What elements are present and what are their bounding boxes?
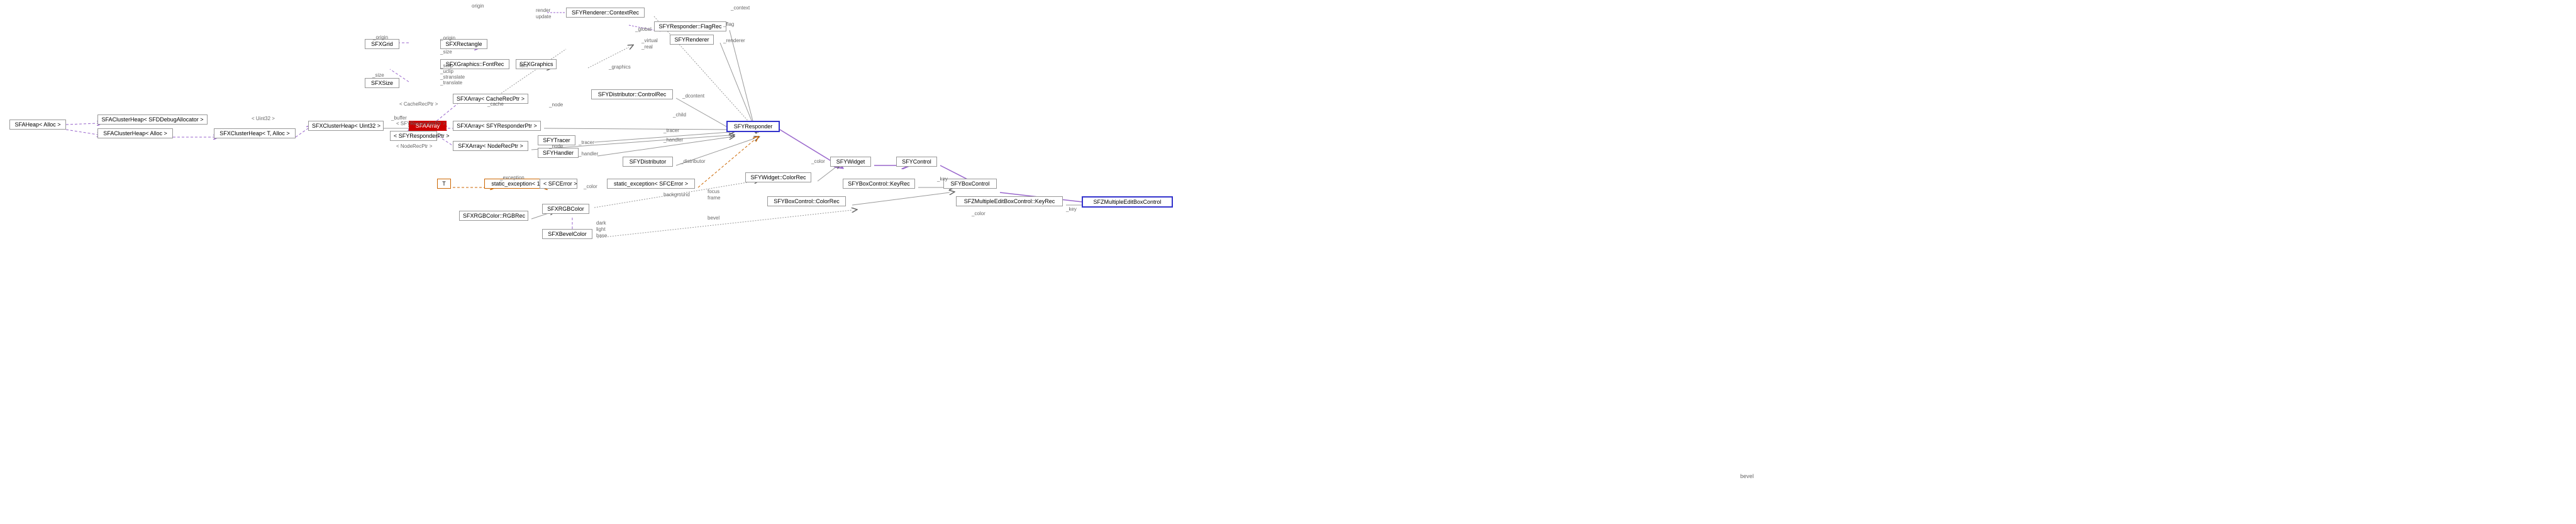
label-background: background xyxy=(663,192,690,198)
node-static-exception-SFCError: static_exception< SFCError > xyxy=(607,179,695,189)
node-SFXArray-NodeRecPtr: SFXArray< NodeRecPtr > xyxy=(453,141,528,151)
label-sclip: _sclip xyxy=(440,63,453,69)
node-SFXBevelColor: SFXBevelColor xyxy=(542,229,592,239)
label-exception: _exception xyxy=(500,175,525,181)
node-SFXSize: SFXSize xyxy=(365,78,399,88)
node-SFXClusterHeap-T-Alloc: SFXClusterHeap< T, Alloc > xyxy=(214,128,296,138)
node-SFYDistributor: SFYDistributor xyxy=(623,157,673,167)
node-SFYResponder-FlagRec: SFYResponder::FlagRec xyxy=(654,21,726,31)
node-SFZMultipleEditBoxControl-KeyRec: SFZMultipleEditBoxControl::KeyRec xyxy=(956,196,1063,206)
node-SFYBoxControl-KeyRec: SFYBoxControl::KeyRec xyxy=(843,179,915,189)
node-SFYControl: SFYControl xyxy=(896,157,937,167)
label-cacherecptr: < CacheRecPtr > xyxy=(399,101,438,107)
label-font: font xyxy=(519,63,528,69)
label-color1: _color xyxy=(811,159,825,164)
label-node2: _node xyxy=(549,143,563,149)
node-SFXClusterHeap-Uint32: SFXClusterHeap< Uint32 > xyxy=(308,121,384,131)
label-graphics: _graphics xyxy=(609,64,631,70)
label-global: _global xyxy=(635,26,652,32)
label-update: update xyxy=(536,14,551,20)
node-SFXGrid: SFXGrid xyxy=(365,39,399,49)
node-SFAClusterHeap-Alloc: SFAClusterHeap< Alloc > xyxy=(97,128,173,138)
label-frame: frame xyxy=(708,195,720,201)
node-SFYRenderer-ContextRec: SFYRenderer::ContextRec xyxy=(566,8,645,18)
node-T: T xyxy=(437,179,451,189)
label-origin1: _origin xyxy=(373,35,388,40)
label-renderer: _renderer xyxy=(723,38,745,43)
node-SFYResponder: SFYResponder xyxy=(726,121,780,132)
label-translate: _translate xyxy=(440,80,462,86)
label-cache: _cache xyxy=(487,101,504,107)
label-stranslate: _stranslate xyxy=(440,74,465,80)
label-focus: focus xyxy=(708,189,719,194)
label-dcontent: _dcontent xyxy=(682,93,704,99)
node-SFYWidget-ColorRec: SFYWidget::ColorRec xyxy=(745,172,811,182)
node-SFYHandler: SFYHandler xyxy=(538,148,579,158)
label-size1: _size xyxy=(372,72,384,78)
label-tracer2: _tracer xyxy=(579,140,594,145)
node-SFXRGBColor: SFXRGBColor xyxy=(542,204,589,214)
node-SFYBoxControl-ColorRec: SFYBoxControl::ColorRec xyxy=(767,196,846,206)
label-tracer1: _tracer xyxy=(663,128,679,133)
node-SFYWidget: SFYWidget xyxy=(830,157,871,167)
label-sfyresponderptr: < SFYResponderPtr > xyxy=(396,121,446,126)
label-virtual: _virtual xyxy=(641,38,658,43)
label-render: render xyxy=(536,8,550,13)
label-dark: dark xyxy=(596,220,606,226)
label-light: light xyxy=(596,226,606,232)
node-SFCError: < SFCError > xyxy=(540,179,577,189)
node-SFAArray-V: < SFYResponderPtr > xyxy=(390,131,437,141)
label-color2: _color xyxy=(972,211,985,216)
label-node1: _node xyxy=(549,102,563,108)
label-color3: _color xyxy=(584,184,597,189)
label-context: _context xyxy=(731,5,750,11)
label-handler2: _handler xyxy=(579,151,598,157)
label-size2: _size xyxy=(440,49,452,55)
label-real: _real xyxy=(641,44,653,50)
node-SFYDistributor-ControlRec: SFYDistributor::ControlRec xyxy=(591,89,673,99)
label-light-base: bevel xyxy=(1740,473,1754,479)
label-noderecptr: < NodeRecPtr > xyxy=(396,143,432,149)
label-origin2: _origin xyxy=(440,35,455,41)
node-SFAClusterHeap-SFDDebugAllocator: SFAClusterHeap< SFDDebugAllocator > xyxy=(97,114,208,125)
label-uclip: _uclip xyxy=(440,69,453,74)
label-child: _child xyxy=(673,112,686,118)
label-handler1: _handler xyxy=(663,137,683,143)
label-flag: _flag xyxy=(723,21,734,27)
node-SFXRGBColor-RGBRec: SFXRGBColor::RGBRec xyxy=(459,211,528,221)
node-SFYRenderer: SFYRenderer xyxy=(670,35,714,45)
diagram-container: SFAHeap< Alloc > SFAClusterHeap< SFDDebu… xyxy=(0,0,2576,524)
label-buffer: _buffer xyxy=(391,115,407,121)
label-bevel: bevel xyxy=(708,215,719,221)
label-base: base xyxy=(596,233,607,238)
node-SFYBoxControl: SFYBoxControl xyxy=(943,179,997,189)
label-distributor: _distributor xyxy=(680,159,706,164)
label-uint32: < Uint32 > xyxy=(252,116,275,121)
node-SFXArray-SFYResponderPtr: SFXArray< SFYResponderPtr > xyxy=(453,121,541,131)
label-origin-top: origin xyxy=(472,3,484,9)
node-SFZMultipleEditBoxControl: SFZMultipleEditBoxControl xyxy=(1082,196,1173,208)
label-key2: _key xyxy=(1066,206,1077,212)
label-key1: _key xyxy=(937,176,948,182)
node-SFAHeap-Alloc: SFAHeap< Alloc > xyxy=(9,120,66,130)
